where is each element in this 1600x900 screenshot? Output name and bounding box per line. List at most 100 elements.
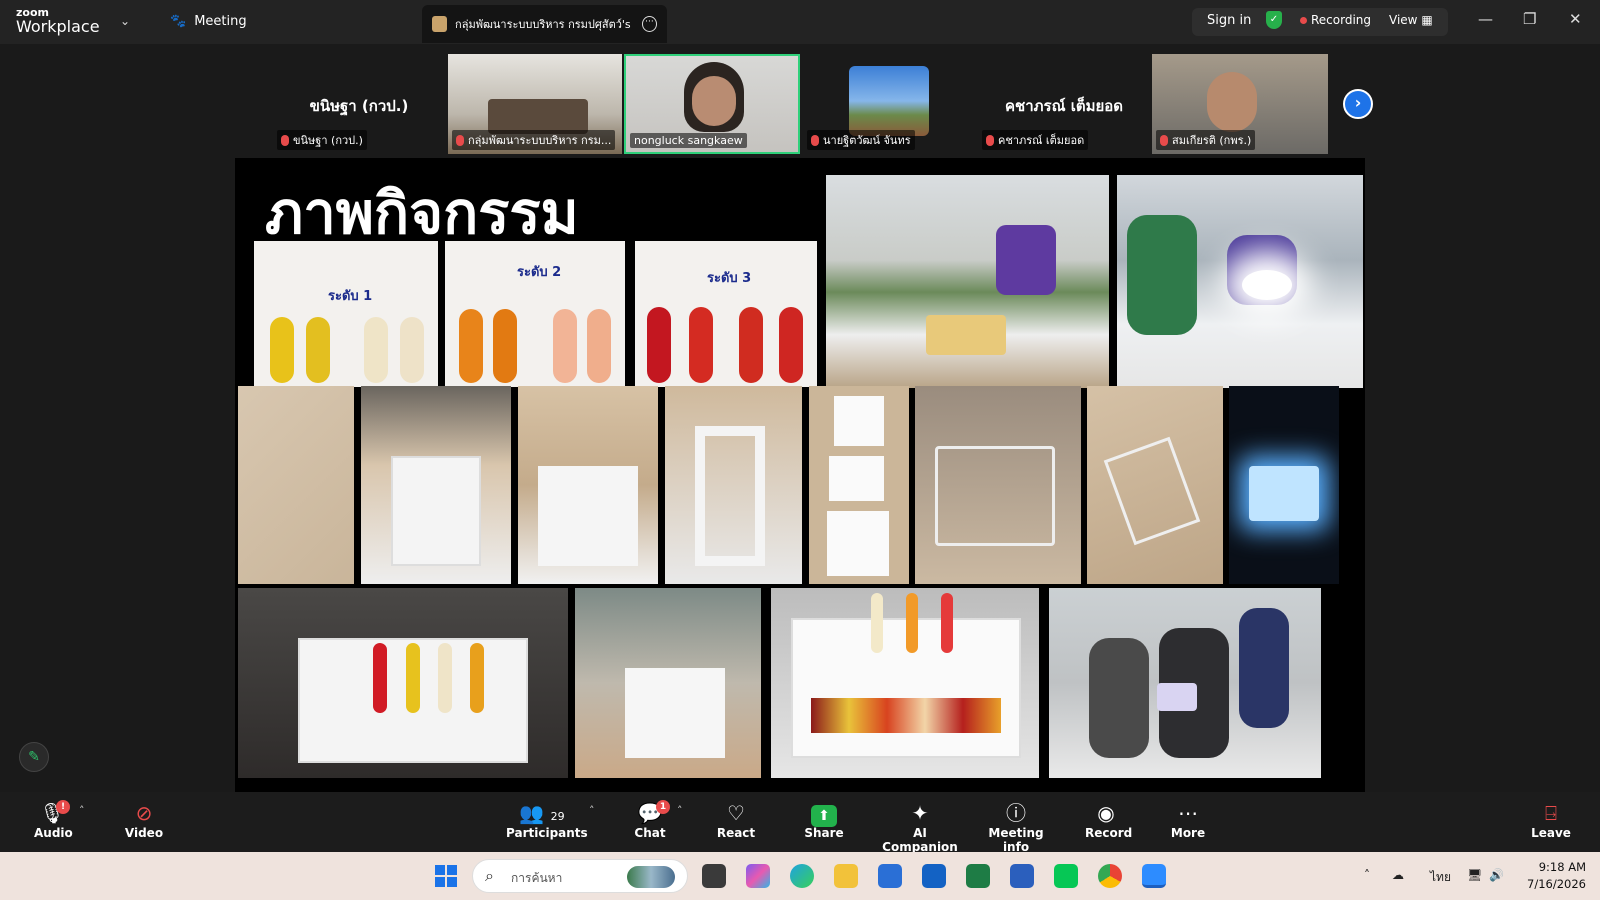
record-button[interactable]: ◉ Record [1085,800,1132,840]
windows-start-icon[interactable] [435,865,457,887]
taskbar-search-box[interactable]: ⌕ การค้นหา [472,859,688,893]
annotate-pencil-icon[interactable]: ✎ [19,742,49,772]
word-icon[interactable] [1010,864,1034,888]
active-speaker-tile[interactable]: nongluck sangkaew [624,54,800,154]
audio-button[interactable]: 🎙 Audio ! [34,800,73,840]
view-button[interactable]: View ▦ [1389,13,1433,27]
video-off-icon: ⊘ [135,801,153,825]
mic-muted-icon [986,134,994,146]
shared-screen-tab-title: กลุ่มพัฒนาระบบบริหาร กรมปศุสัตว์'s sc [455,18,634,31]
leave-button[interactable]: ⍈ Leave [1531,800,1571,840]
box-figure [391,456,481,566]
part-figure [834,396,884,446]
rack-figure [1103,436,1201,546]
acrylic-panel-photo [238,386,354,584]
outlook-icon[interactable] [922,864,946,888]
box-figure [538,466,638,566]
paw-icon: 🐾 [170,14,187,29]
onedrive-status-icon[interactable]: ☁ [1392,868,1404,882]
participant-tile[interactable]: กลุ่มพัฒนาระบบบริหาร กรม... [448,54,622,154]
volume-icon[interactable]: 🔊 [1489,868,1504,882]
search-icon: ⌕ [485,866,494,885]
tube [779,307,803,383]
meeting-room-video [488,99,588,134]
chat-options-caret-icon[interactable]: ˄ [677,804,683,817]
tube [587,309,611,383]
tube [459,309,483,383]
lab-activity-photo [826,175,1109,388]
participant-tile[interactable]: คชาภรณ์ เต็มยอด คชาภรณ์ เต็มยอด [978,54,1150,154]
light-figure [1249,466,1319,521]
basket-figure [926,315,1006,355]
excel-icon[interactable] [966,864,990,888]
edge-browser-icon[interactable] [790,864,814,888]
tube [306,317,330,383]
clock-time: 9:18 AM [1538,860,1586,874]
participant-label: คชาภรณ์ เต็มยอด [982,130,1089,150]
react-button[interactable]: ♡ React [715,800,757,840]
video-button[interactable]: ⊘ Video [124,800,164,840]
participant-label-text: คชาภรณ์ เต็มยอด [998,134,1085,147]
title-bar: zoom Workplace ⌄ 🐾 Meeting กลุ่มพัฒนาระบ… [0,0,1600,44]
tube-label: ระดับ 3 [707,271,752,286]
participant-label-text: กลุ่มพัฒนาระบบบริหาร กรม... [468,134,612,147]
participants-options-caret-icon[interactable]: ˄ [589,804,595,817]
microsoft-365-icon[interactable] [746,864,770,888]
chevron-down-icon[interactable]: ⌄ [120,14,130,28]
show-hidden-icons-chevron-icon[interactable]: ˄ [1364,868,1370,882]
system-clock[interactable]: 9:18 AM 7/16/2026 [1526,859,1586,893]
task-view-icon[interactable] [702,864,726,888]
tube [373,643,387,713]
heart-icon: ♡ [727,801,745,825]
mic-muted-icon [1160,134,1168,146]
search-placeholder: การค้นหา [511,871,563,885]
meeting-info-button[interactable]: ⓘ Meeting info [980,800,1052,854]
participant-name-large: คชาภรณ์ เต็มยอด [1004,97,1123,115]
sign-in-button[interactable]: Sign in [1207,13,1251,28]
chat-button[interactable]: 💬 Chat 1 [632,800,670,840]
encryption-shield-icon[interactable]: ✓ [1266,11,1282,29]
participant-tile[interactable]: สมเกียรติ (กพร.) [1152,54,1328,154]
tube-rack-photo [915,386,1081,584]
person-figure [1239,608,1289,728]
tube-photo-level-3: ระดับ 3 [635,241,817,387]
meeting-info-label: Meeting info [988,826,1044,854]
share-screen-icon: ⬆ [803,800,845,827]
language-indicator[interactable]: ไทย [1430,868,1451,887]
zoom-app-icon[interactable] [1142,864,1166,888]
participant-label: ขนิษฐา (กวป.) [277,130,367,150]
restore-icon[interactable]: ❐ [1523,10,1536,28]
file-explorer-icon[interactable] [834,864,858,888]
color-chart-figure [811,698,1001,733]
grid-icon: ▦ [1421,13,1433,27]
shared-screen-tab[interactable]: กลุ่มพัฒนาระบบบริหาร กรมปศุสัตว์'s sc ··… [422,5,667,43]
participant-tile[interactable]: นายฐิตวัฒน์ จันทร [803,54,975,154]
more-options-icon[interactable]: ··· [641,16,657,32]
microsoft-store-icon[interactable] [878,864,902,888]
participants-button[interactable]: 👥 29 Participants [506,800,588,840]
tube [647,307,671,383]
recording-indicator[interactable]: Recording [1311,13,1371,27]
audio-options-caret-icon[interactable]: ˄ [79,804,85,817]
leave-door-icon: ⍈ [1545,801,1557,825]
close-icon[interactable]: ✕ [1569,10,1582,28]
minimize-icon[interactable]: — [1478,10,1493,28]
ai-companion-button[interactable]: ✦ AI Companion [880,800,960,854]
acrylic-frame-photo [665,386,802,584]
device-box-photo [575,588,761,778]
participant-tile[interactable]: ขนิษฐา (กวป.) ขนิษฐา (กวป.) [273,54,445,154]
more-button[interactable]: ⋯ More [1168,800,1208,840]
part-figure [827,511,889,576]
chat-unread-badge: 1 [656,800,670,814]
meeting-tab[interactable]: 🐾 Meeting [170,14,247,29]
chrome-icon[interactable] [1098,864,1122,888]
info-icon: ⓘ [1006,801,1026,825]
tube-light-box-photo [238,588,568,778]
clock-date: 7/16/2026 [1527,877,1586,891]
network-icon[interactable]: 🖥 [1467,868,1482,882]
participant-label: นายฐิตวัฒน์ จันทร [807,130,915,150]
line-app-icon[interactable] [1054,864,1078,888]
share-button[interactable]: ⬆ Share [803,800,845,840]
next-page-button[interactable]: › [1343,89,1373,119]
participants-count: 29 [550,810,565,823]
